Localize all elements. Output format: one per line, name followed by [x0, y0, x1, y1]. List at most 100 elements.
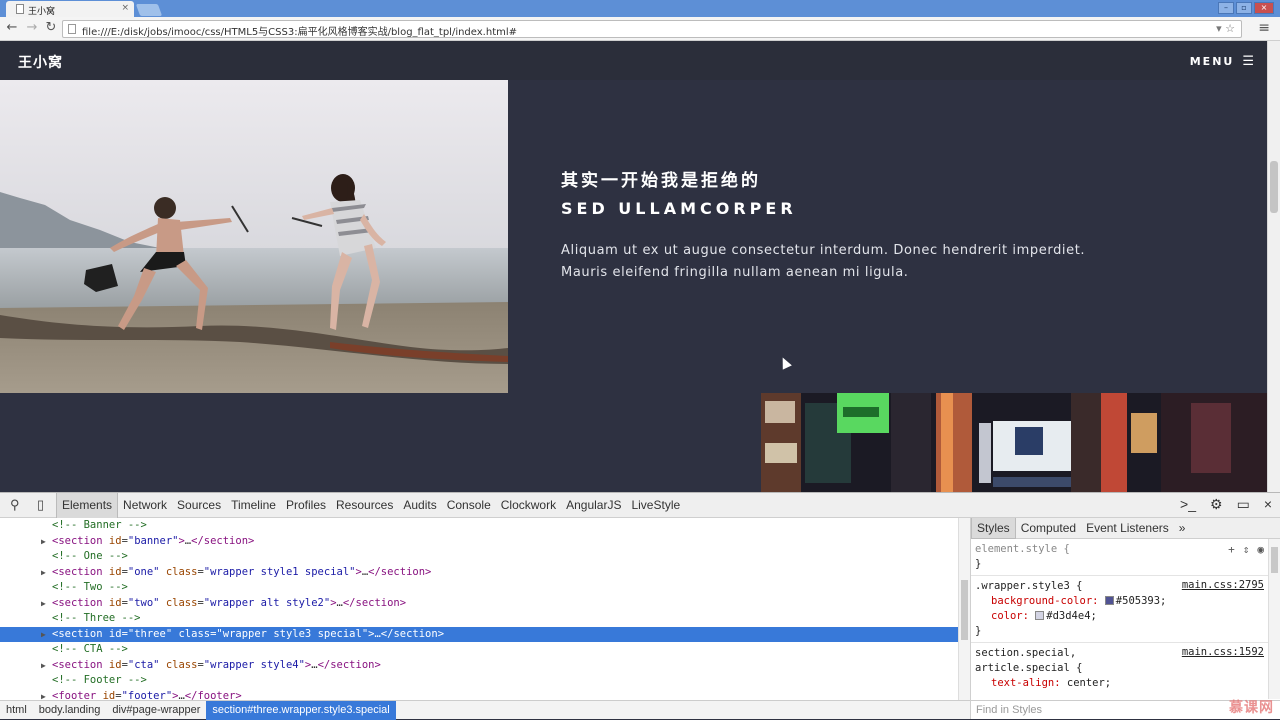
styles-scrollbar[interactable] — [1268, 539, 1280, 699]
paragraph-line-1: Aliquam ut ex ut augue consectetur inter… — [561, 243, 1086, 258]
dom-node-two[interactable]: ▶ <section id="two" class="wrapper alt st… — [0, 596, 958, 612]
back-arrow-icon[interactable]: ← — [4, 20, 20, 35]
browser-tab[interactable]: 王小窝 × — [6, 1, 134, 17]
devtools-tab-network[interactable]: Network — [118, 493, 172, 518]
address-bar[interactable]: file:///E:/disk/jobs/imooc/css/HTML5与CSS… — [62, 20, 1242, 38]
new-tab-button[interactable] — [135, 4, 163, 16]
address-url: file:///E:/disk/jobs/imooc/css/HTML5与CSS… — [82, 27, 518, 38]
bookmark-star-icon[interactable]: ▾ ☆ — [1216, 22, 1235, 35]
dom-node-banner[interactable]: ▶ <section id="banner">…</section> — [0, 534, 958, 550]
dom-comment[interactable]: <!-- One --> — [0, 549, 958, 565]
expand-triangle-icon[interactable]: ▶ — [41, 565, 46, 581]
expand-triangle-icon[interactable]: ▶ — [41, 689, 46, 701]
section-heading-english: SED ULLAMCORPER — [561, 199, 797, 218]
devtools-tab-console[interactable]: Console — [442, 493, 496, 518]
section-special-rule[interactable]: section.special, article.special { main.… — [971, 643, 1280, 694]
dom-node-footer[interactable]: ▶ <footer id="footer">…</footer> — [0, 689, 958, 701]
dom-comment[interactable]: <!-- Two --> — [0, 580, 958, 596]
breadcrumb-item[interactable]: body.landing — [33, 701, 107, 720]
breadcrumb-item[interactable]: html — [0, 701, 33, 720]
styles-tab-styles[interactable]: Styles — [971, 517, 1016, 539]
css-property[interactable]: background-color: #505393; — [975, 594, 1276, 609]
page-body: 其实一开始我是拒绝的 SED ULLAMCORPER Aliquam ut ex… — [0, 80, 1267, 492]
devtools-tab-audits[interactable]: Audits — [398, 493, 441, 518]
wrapper-style3-rule[interactable]: .wrapper.style3 { main.css:2795 backgrou… — [971, 576, 1280, 643]
elements-scrollbar-thumb[interactable] — [961, 580, 968, 640]
devtools-close-icon[interactable]: × — [1264, 496, 1272, 513]
elements-dom-tree[interactable]: <!-- Banner --> ▶ <section id="banner">…</… — [0, 518, 958, 700]
rule-close-brace: } — [975, 558, 982, 570]
color-swatch[interactable] — [1104, 596, 1114, 605]
devtools-tab-clockwork[interactable]: Clockwork — [496, 493, 561, 518]
expand-triangle-icon[interactable]: ▶ — [41, 627, 46, 643]
minimize-button[interactable]: – — [1218, 2, 1234, 14]
breadcrumb-item[interactable]: div#page-wrapper — [106, 701, 206, 720]
property-value: #505393; — [1115, 595, 1167, 607]
devtools-tab-elements[interactable]: Elements — [56, 493, 119, 518]
dom-comment[interactable]: <!-- Three --> — [0, 611, 958, 627]
dom-comment[interactable]: <!-- CTA --> — [0, 642, 958, 658]
section-heading-chinese: 其实一开始我是拒绝的 — [561, 171, 761, 191]
color-swatch[interactable] — [1035, 611, 1045, 620]
menu-button[interactable]: MENU ☰ — [1190, 54, 1256, 69]
forward-arrow-icon[interactable]: → — [24, 20, 40, 35]
devtools-tab-resources[interactable]: Resources — [331, 493, 398, 518]
close-window-button[interactable]: × — [1254, 2, 1274, 14]
menu-label: MENU — [1189, 55, 1235, 68]
dom-node-cta[interactable]: ▶ <section id="cta" class="wrapper style4… — [0, 658, 958, 674]
site-logo[interactable]: 王小窝 — [18, 52, 63, 72]
devtools-tab-livestyle[interactable]: LiveStyle — [626, 493, 685, 518]
styles-tab-event-listeners[interactable]: Event Listeners — [1081, 518, 1174, 539]
page-scrollbar-thumb[interactable] — [1270, 161, 1278, 213]
hamburger-icon: ☰ — [1242, 54, 1256, 69]
rule-source-link[interactable]: main.css:2795 — [1182, 579, 1264, 591]
tab-title: 王小窝 — [28, 7, 56, 17]
devtools-tab-sources[interactable]: Sources — [172, 493, 226, 518]
dock-side-icon[interactable]: ▭ — [1237, 496, 1250, 513]
css-property[interactable]: color: #d3d4e4; — [975, 609, 1276, 624]
devtools-tab-list: Elements Network Sources Timeline Profiles Re… — [56, 493, 685, 518]
browser-toolbar: ← → ↻ file:///E:/disk/jobs/imooc/css/HTM… — [0, 17, 1280, 41]
new-rule-plus-icon[interactable]: + — [1228, 543, 1235, 556]
rule-source-link[interactable]: main.css:1592 — [1182, 646, 1264, 658]
styles-scrollbar-thumb[interactable] — [1271, 547, 1278, 573]
property-name: background-color: — [991, 595, 1099, 607]
imooc-watermark: 慕课网 — [1229, 699, 1274, 715]
elements-scrollbar[interactable] — [958, 518, 970, 700]
breadcrumb-item[interactable]: section#three.wrapper.style3.special — [206, 700, 396, 720]
reload-icon[interactable]: ↻ — [43, 20, 59, 35]
css-property[interactable]: text-align: center; — [975, 676, 1276, 691]
console-drawer-icon[interactable]: >_ — [1180, 496, 1196, 513]
devtools-tab-angularjs[interactable]: AngularJS — [561, 493, 626, 518]
styles-tab-computed[interactable]: Computed — [1016, 518, 1081, 539]
dom-node-one[interactable]: ▶ <section id="one" class="wrapper style1… — [0, 565, 958, 581]
rule-close-brace: } — [975, 625, 982, 637]
dom-comment[interactable]: <!-- Banner --> — [0, 518, 958, 534]
tab-close-icon[interactable]: × — [121, 3, 129, 13]
devtools-actions: >_ ⚙ ▭ × — [1180, 496, 1272, 513]
dom-node-three[interactable]: ▶ <section id="three" class="wrapper styl… — [0, 626, 958, 643]
element-style-rule[interactable]: element.style { } + ⇕ ◉ — [971, 539, 1280, 576]
browser-menu-icon[interactable]: ≡ — [1258, 20, 1270, 36]
neon-city-photo — [761, 393, 1267, 492]
page-scrollbar[interactable] — [1267, 41, 1280, 492]
device-mode-icon[interactable]: ▯ — [37, 497, 44, 513]
devtools-panel: ⚲ ▯ Elements Network Sources Timeline Profil… — [0, 492, 1280, 720]
dom-comment[interactable]: <!-- Footer --> — [0, 673, 958, 689]
window-controls: – ▫ × — [1218, 2, 1274, 14]
animation-play-icon[interactable]: ◉ — [1257, 543, 1264, 556]
expand-triangle-icon[interactable]: ▶ — [41, 658, 46, 674]
document-icon — [16, 4, 24, 14]
devtools-tab-profiles[interactable]: Profiles — [281, 493, 331, 518]
inspect-search-icon[interactable]: ⚲ — [10, 497, 20, 513]
maximize-button[interactable]: ▫ — [1236, 2, 1252, 14]
settings-gear-icon[interactable]: ⚙ — [1210, 496, 1223, 513]
toggle-state-icon[interactable]: ⇕ — [1243, 543, 1250, 556]
styles-tab-list: Styles Computed Event Listeners» — [971, 517, 1280, 539]
expand-triangle-icon[interactable]: ▶ — [41, 596, 46, 612]
property-value: #d3d4e4; — [1046, 610, 1097, 622]
paragraph-line-2: Mauris eleifend fringilla nullam aenean … — [561, 265, 909, 280]
styles-tab-more[interactable]: » — [1174, 518, 1191, 539]
expand-triangle-icon[interactable]: ▶ — [41, 534, 46, 550]
devtools-tab-timeline[interactable]: Timeline — [226, 493, 281, 518]
